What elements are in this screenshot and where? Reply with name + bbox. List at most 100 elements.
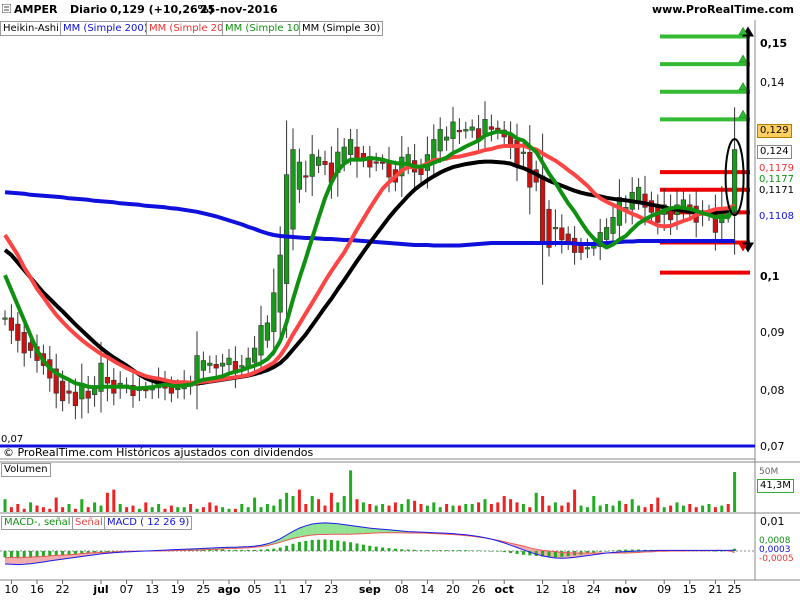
legend-ma200[interactable]: MM (Simple 200) <box>60 21 151 36</box>
volume-bar <box>169 505 173 512</box>
candle-body <box>539 175 546 243</box>
x-tick-label: 17 <box>298 583 313 596</box>
price-chart[interactable] <box>0 0 800 600</box>
volume-bar <box>713 507 717 512</box>
volume-bar <box>470 504 474 512</box>
y-tick: 0,09 <box>760 326 785 339</box>
macd-signal-title[interactable]: Señal <box>72 516 106 530</box>
candle-body <box>15 323 21 341</box>
volume-bar <box>323 505 327 512</box>
legend-heikin-ashi[interactable]: Heikin-Ashi <box>0 21 62 36</box>
macd-hist-bar <box>483 550 487 552</box>
volume-bar <box>310 496 314 512</box>
volume-bar <box>214 505 218 512</box>
legend-ma20[interactable]: MM (Simple 20) <box>146 21 231 36</box>
macd-hist-bar <box>240 549 244 551</box>
macd-hist-bar <box>406 549 410 551</box>
volume-bar <box>355 499 359 512</box>
x-tick-label: nov <box>614 583 638 596</box>
candle-body <box>578 245 584 253</box>
green-arrow-icon <box>738 109 748 118</box>
volume-bar <box>150 507 154 512</box>
x-tick-label: 20 <box>446 583 460 596</box>
volume-bar <box>457 505 461 512</box>
volume-bar <box>246 507 250 512</box>
title-bar: AMPER Diario 0,129 (+10,26%) 25-nov-2016… <box>0 0 800 20</box>
macd-fill <box>5 557 12 565</box>
macd-hist-bar <box>355 543 359 551</box>
green-arrow-icon <box>738 82 748 91</box>
macd-hist-bar <box>445 550 449 551</box>
volume-bar <box>163 508 167 512</box>
x-tick-label: 05 <box>247 583 262 596</box>
volume-bar <box>694 507 698 512</box>
x-tick-label: 25 <box>727 583 742 596</box>
volume-bar <box>342 496 346 512</box>
macd-top-tick: 0,01 <box>760 515 785 528</box>
menu-icon[interactable] <box>2 4 11 13</box>
volume-bar <box>105 492 109 512</box>
macd-hist-bar <box>438 550 442 551</box>
volume-bar <box>16 504 20 512</box>
x-tick-label: 11 <box>273 583 288 596</box>
macd-hist-bar <box>221 549 225 551</box>
volume-bar <box>131 505 135 512</box>
volume-bar <box>3 499 7 512</box>
volume-bar <box>329 492 333 512</box>
macd-line-title[interactable]: MACD ( 12 26 9) <box>104 516 193 530</box>
macd-hist-bar <box>451 550 455 551</box>
macd-hist-bar <box>41 551 45 557</box>
x-tick-label: 26 <box>471 583 486 596</box>
volume-bar <box>41 507 45 512</box>
legend-ma10[interactable]: MM (Simple 10) <box>222 21 307 36</box>
volume-bar <box>29 502 33 512</box>
candle-body <box>456 129 463 133</box>
macd-hist-bar <box>387 548 391 551</box>
candle-body <box>322 160 328 165</box>
macd-hist-bar <box>598 551 602 552</box>
macd-hist-bar <box>477 550 481 551</box>
candle-body <box>66 390 72 394</box>
candle-body <box>437 129 443 152</box>
candle-body <box>309 154 315 177</box>
volume-bar <box>502 496 506 512</box>
legend-ma30[interactable]: MM (Simple 30) <box>299 21 384 36</box>
macd-hist-title[interactable]: MACD-, señal <box>1 516 74 530</box>
volume-bar <box>73 508 77 512</box>
candle-body <box>303 175 309 178</box>
site-url[interactable]: www.ProRealTime.com <box>652 3 794 16</box>
macd-fill <box>331 523 338 535</box>
macd-hist-bar <box>393 548 397 551</box>
volume-title[interactable]: Volumen <box>1 463 51 477</box>
volume-bar <box>605 504 609 512</box>
macd-hist-bar <box>457 550 461 551</box>
macd-hist-bar <box>611 550 615 551</box>
candle-body <box>731 149 738 213</box>
macd-hist-bar <box>323 539 327 551</box>
volume-bar <box>592 496 596 512</box>
x-tick-label: 07 <box>119 583 134 596</box>
volume-bar <box>425 505 429 512</box>
x-tick-label: 21 <box>708 583 723 596</box>
x-tick-label: 22 <box>55 583 70 596</box>
volume-bar <box>451 505 455 512</box>
candle-body <box>386 161 392 178</box>
candle-body <box>21 332 27 354</box>
volume-bar <box>54 497 58 512</box>
volume-bar <box>189 504 193 512</box>
volume-bar <box>643 507 647 512</box>
macd-hist-bar <box>246 549 250 551</box>
volume-bar <box>400 504 404 512</box>
macd-fill <box>350 525 357 535</box>
macd-fill <box>344 524 351 535</box>
macd-hist-bar <box>521 551 525 555</box>
volume-bar <box>221 507 225 512</box>
y-tick: 0,15 <box>760 37 788 50</box>
x-tick-label: 08 <box>394 583 409 596</box>
volume-bar <box>304 504 308 512</box>
candle-body <box>296 161 303 190</box>
volume-bar <box>464 504 468 512</box>
volume-bar <box>80 499 84 512</box>
volume-bar <box>61 507 65 512</box>
macd-hist-bar <box>566 551 570 557</box>
